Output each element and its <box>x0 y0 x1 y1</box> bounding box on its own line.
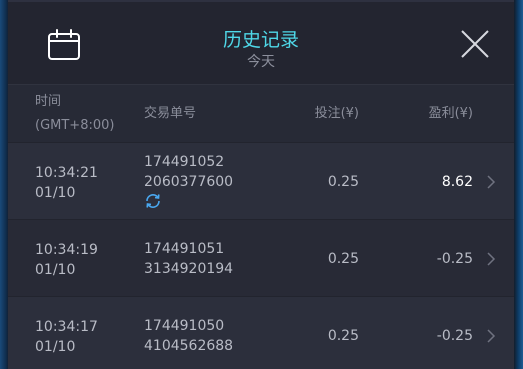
chevron-right-icon <box>487 252 496 266</box>
row-order-line1: 174491052 <box>144 154 225 170</box>
close-icon[interactable] <box>458 27 492 61</box>
history-row[interactable]: 10:34:19 01/10 174491051 3134920194 0.25… <box>8 219 514 296</box>
row-profit: -0.25 <box>436 251 473 267</box>
chevron-right-icon <box>487 329 496 343</box>
row-order-line1: 174491050 <box>144 318 225 334</box>
page-title: 历史记录 <box>222 29 299 51</box>
row-order: 174491051 3134920194 <box>144 239 284 279</box>
header: 历史记录 今天 <box>8 2 514 84</box>
row-bet: 0.25 <box>327 251 359 267</box>
table-header: 时间 (GMT+8:00) 交易单号 投注(¥) 盈利(¥) <box>8 84 514 142</box>
row-time-value: 10:34:19 <box>35 242 98 258</box>
row-profit: -0.25 <box>436 328 473 344</box>
row-profit: 8.62 <box>441 174 473 190</box>
column-profit: 盈利(¥) <box>428 106 473 121</box>
column-timezone: (GMT+8:00) <box>35 118 115 133</box>
row-date-value: 01/10 <box>35 262 76 278</box>
calendar-icon[interactable] <box>46 28 82 62</box>
row-order: 174491050 4104562688 <box>144 316 284 356</box>
column-time: 时间 <box>35 94 62 109</box>
history-panel: 历史记录 今天 时间 (GMT+8:00) 交易单号 投注(¥) 盈利(¥) 1… <box>8 0 514 369</box>
sync-icon <box>146 194 160 208</box>
history-row[interactable]: 10:34:21 01/10 174491052 2060377600 0.25… <box>8 142 514 219</box>
row-order-line2: 3134920194 <box>144 261 234 277</box>
row-time-value: 10:34:17 <box>35 319 98 335</box>
row-order-line2: 4104562688 <box>144 338 234 354</box>
column-order: 交易单号 <box>144 106 197 121</box>
row-bet: 0.25 <box>327 174 359 190</box>
row-time-value: 10:34:21 <box>35 165 98 181</box>
row-order-line2: 2060377600 <box>144 174 234 190</box>
column-bet: 投注(¥) <box>314 106 359 121</box>
row-date-value: 01/10 <box>35 185 76 201</box>
row-date-value: 01/10 <box>35 339 76 355</box>
row-order-line1: 174491051 <box>144 241 225 257</box>
page-subtitle: 今天 <box>247 54 275 70</box>
history-list: 10:34:21 01/10 174491052 2060377600 0.25… <box>8 142 514 369</box>
row-time: 10:34:19 01/10 <box>35 240 135 280</box>
row-order: 174491052 2060377600 <box>144 152 284 192</box>
row-time: 10:34:21 01/10 <box>35 163 135 203</box>
row-time: 10:34:17 01/10 <box>35 317 135 357</box>
row-bet: 0.25 <box>327 328 359 344</box>
chevron-right-icon <box>487 175 496 189</box>
history-row[interactable]: 10:34:17 01/10 174491050 4104562688 0.25… <box>8 296 514 369</box>
